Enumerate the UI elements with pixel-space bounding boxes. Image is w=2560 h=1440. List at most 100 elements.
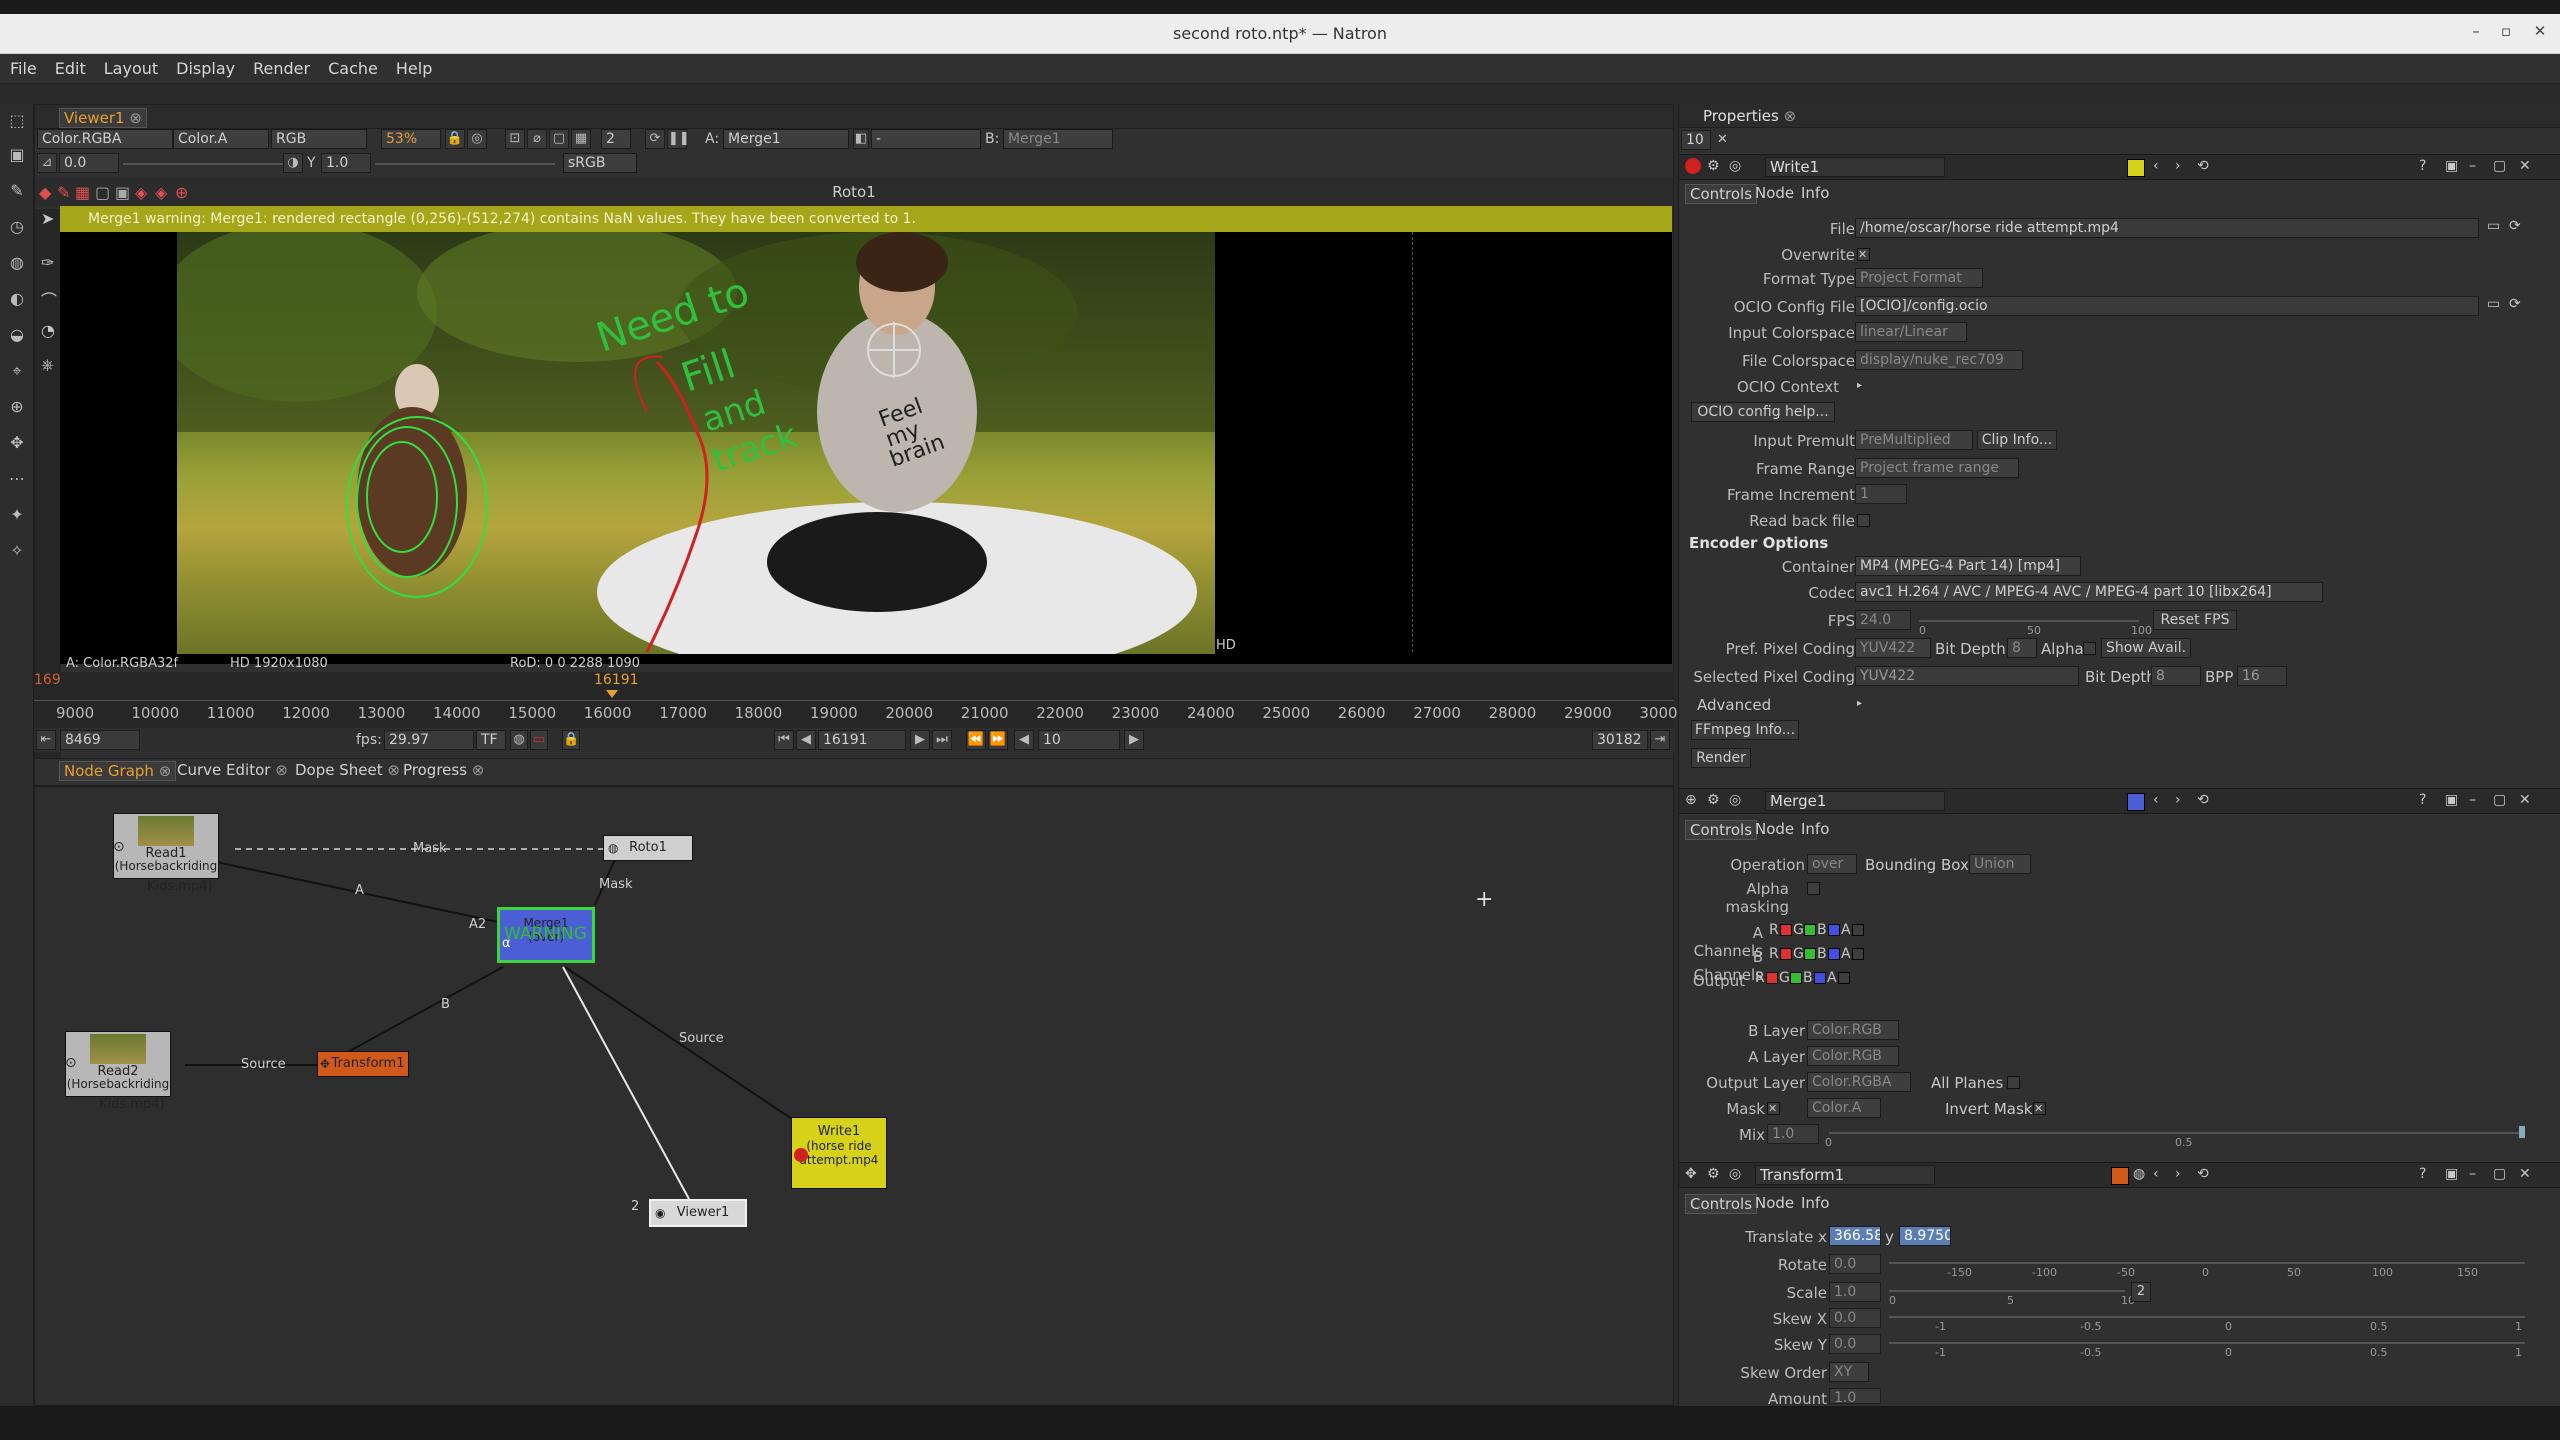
menu-cache[interactable]: Cache bbox=[318, 54, 386, 78]
merge1-tab-info[interactable]: Info bbox=[1797, 820, 1833, 838]
merge-tool-icon[interactable]: ⊕ bbox=[5, 396, 29, 418]
redo-icon[interactable]: › bbox=[2175, 792, 2181, 808]
bezier-tool-icon[interactable]: ⌒ bbox=[41, 287, 57, 311]
scale-field[interactable]: 1.0 bbox=[1829, 1282, 1881, 1302]
transform1-name-field[interactable]: Transform1 bbox=[1755, 1165, 1935, 1185]
image-tool-icon[interactable]: ▣ bbox=[5, 144, 29, 166]
close-tab-icon[interactable]: ⊗ bbox=[275, 761, 288, 779]
tab-dope-sheet[interactable]: Dope Sheet ⊗ bbox=[291, 761, 404, 779]
write1-color-swatch[interactable] bbox=[2127, 159, 2145, 177]
redo-icon[interactable]: › bbox=[2175, 1166, 2181, 1182]
menu-edit[interactable]: Edit bbox=[45, 54, 94, 78]
maximize-panel-icon[interactable]: ▢ bbox=[2493, 792, 2506, 808]
operation-select[interactable]: - bbox=[871, 129, 981, 149]
next-keyframe-icon[interactable]: ⏩ bbox=[988, 730, 1008, 750]
time-tool-icon[interactable]: ◷ bbox=[5, 216, 29, 238]
max-panels-field[interactable]: 10 bbox=[1681, 130, 1711, 150]
write1-node[interactable]: Write1 (horse ride attempt.mp4 bbox=[791, 1117, 887, 1189]
minimize-panel-icon[interactable]: – bbox=[2469, 158, 2476, 174]
render-area-icon[interactable]: ⊡ bbox=[505, 129, 525, 149]
folder-icon[interactable]: ▭ bbox=[2487, 218, 2500, 234]
minimize-icon[interactable]: – bbox=[2466, 22, 2486, 42]
set-in-icon[interactable]: ⇤ bbox=[36, 730, 56, 750]
amount-field[interactable]: 1.0 bbox=[1829, 1388, 1881, 1404]
ffmpeg-info-button[interactable]: FFmpeg Info... bbox=[1691, 720, 1799, 740]
merge1-node[interactable]: Merge1 (over) WARNING α bbox=[497, 907, 595, 963]
gamma-slider[interactable] bbox=[375, 163, 555, 165]
help-question-icon[interactable]: ? bbox=[2419, 1166, 2426, 1182]
reload-icon[interactable]: ⟳ bbox=[2509, 218, 2521, 234]
container-select[interactable]: MP4 (MPEG-4 Part 14) [mp4] bbox=[1855, 556, 2081, 576]
minimize-panel-icon[interactable]: – bbox=[2469, 1166, 2476, 1182]
wipe-icon[interactable]: ⌀ bbox=[527, 129, 547, 149]
turbo-select[interactable]: TF bbox=[476, 730, 506, 750]
achan-A-checkbox[interactable] bbox=[1852, 924, 1864, 936]
play-forward-icon[interactable]: ▶ bbox=[910, 730, 930, 750]
alpha-masking-checkbox[interactable] bbox=[1807, 882, 1820, 895]
read1-node[interactable]: Read1 (Horsebackriding bbox=[113, 813, 219, 879]
skew-y-field[interactable]: 0.0 bbox=[1829, 1334, 1881, 1354]
a-layer-select[interactable]: Color.RGB bbox=[1807, 1046, 1899, 1066]
channel-tool-icon[interactable]: ◍ bbox=[5, 252, 29, 274]
achan-G-checkbox[interactable] bbox=[1804, 924, 1816, 936]
frame-increment-field[interactable]: 1 bbox=[1855, 484, 1907, 504]
menu-help[interactable]: Help bbox=[386, 54, 440, 78]
zoom-select[interactable]: 53% bbox=[381, 129, 441, 149]
input-a-select[interactable]: Merge1 bbox=[723, 129, 849, 149]
help-icon[interactable]: ◎ bbox=[1729, 158, 1741, 174]
rotate-field[interactable]: 0.0 bbox=[1829, 1254, 1881, 1274]
reset-fps-button[interactable]: Reset FPS bbox=[2153, 610, 2237, 630]
out-point-field[interactable]: 30182 bbox=[1592, 730, 1648, 750]
undo-icon[interactable]: ‹ bbox=[2153, 1166, 2159, 1182]
render-button[interactable]: Render bbox=[1691, 748, 1751, 768]
maximize-icon[interactable]: ▫ bbox=[2496, 22, 2516, 42]
rotate-slider[interactable] bbox=[1889, 1262, 2525, 1264]
ochan-A-checkbox[interactable] bbox=[1838, 972, 1850, 984]
roto1-node[interactable]: ◍ Roto1 bbox=[603, 835, 693, 861]
invert-mask-checkbox[interactable]: ✕ bbox=[2033, 1102, 2046, 1115]
minimize-panel-icon[interactable]: – bbox=[2469, 792, 2476, 808]
select-tool-icon[interactable]: ⬚ bbox=[5, 110, 29, 132]
layer-select[interactable]: Color.RGBA bbox=[37, 129, 173, 149]
views-tool-icon[interactable]: ⋯ bbox=[5, 468, 29, 490]
reload-icon[interactable]: ⟳ bbox=[2509, 296, 2521, 312]
folder-icon[interactable]: ▭ bbox=[2487, 296, 2500, 312]
plugins-tool-icon[interactable]: ✦ bbox=[5, 504, 29, 526]
close-panel-icon[interactable]: ✕ bbox=[2519, 158, 2531, 174]
close-tab-icon[interactable]: ⊗ bbox=[159, 762, 172, 780]
settings-gear-icon[interactable]: ⚙ bbox=[1707, 158, 1720, 174]
fps-field-write[interactable]: 24.0 bbox=[1855, 610, 1911, 630]
restore-icon[interactable]: ⟲ bbox=[2197, 1166, 2209, 1182]
step-back-icon[interactable]: ◀ bbox=[1014, 730, 1034, 750]
pause-icon[interactable]: ❚❚ bbox=[667, 129, 690, 149]
merge1-tab-node[interactable]: Node bbox=[1751, 820, 1798, 838]
color-tool-icon[interactable]: ◐ bbox=[5, 288, 29, 310]
gain-slider[interactable] bbox=[123, 163, 283, 165]
float-icon[interactable]: ▣ bbox=[2445, 158, 2458, 174]
lock-icon[interactable]: 🔒 bbox=[445, 129, 465, 149]
mask-checkbox[interactable]: ✕ bbox=[1767, 1102, 1780, 1115]
help-icon[interactable]: ◎ bbox=[1729, 792, 1741, 808]
close-tab-icon[interactable]: ⊗ bbox=[1784, 107, 1797, 125]
help-icon[interactable]: ◎ bbox=[1729, 1166, 1741, 1182]
prev-keyframe-icon[interactable]: ⏪ bbox=[966, 730, 986, 750]
sync-icon[interactable]: ◎ bbox=[467, 129, 487, 149]
alpha-channel-select[interactable]: Color.A bbox=[173, 129, 269, 149]
checker-icon[interactable]: ▦ bbox=[571, 129, 591, 149]
tab-node-graph[interactable]: Node Graph ⊗ bbox=[59, 761, 177, 781]
menu-file[interactable]: File bbox=[0, 54, 45, 78]
other-tool-icon[interactable]: ✧ bbox=[5, 540, 29, 562]
merge1-tab-controls[interactable]: Controls bbox=[1685, 820, 1758, 840]
ochan-G-checkbox[interactable] bbox=[1790, 972, 1802, 984]
show-avail-button[interactable]: Show Avail. bbox=[2101, 638, 2191, 658]
translate-x-field[interactable]: 366.58 bbox=[1829, 1226, 1881, 1246]
gain-icon[interactable]: ⊿ bbox=[37, 153, 57, 173]
node-graph-canvas[interactable]: Mask Mask A A2 B Source Source 2 Read1 (… bbox=[34, 786, 1674, 1406]
viewer1-node[interactable]: ◉ Viewer1 bbox=[649, 1199, 747, 1227]
frame-range-select[interactable]: Project frame range bbox=[1855, 458, 2019, 478]
timeline-lock-icon[interactable]: 🔒 bbox=[562, 730, 580, 750]
format-type-select[interactable]: Project Format bbox=[1855, 268, 1983, 288]
pointer-tool-icon[interactable]: ➤ bbox=[41, 209, 54, 228]
b-layer-select[interactable]: Color.RGB bbox=[1807, 1020, 1899, 1040]
colorspace-select[interactable]: sRGB bbox=[563, 153, 637, 173]
